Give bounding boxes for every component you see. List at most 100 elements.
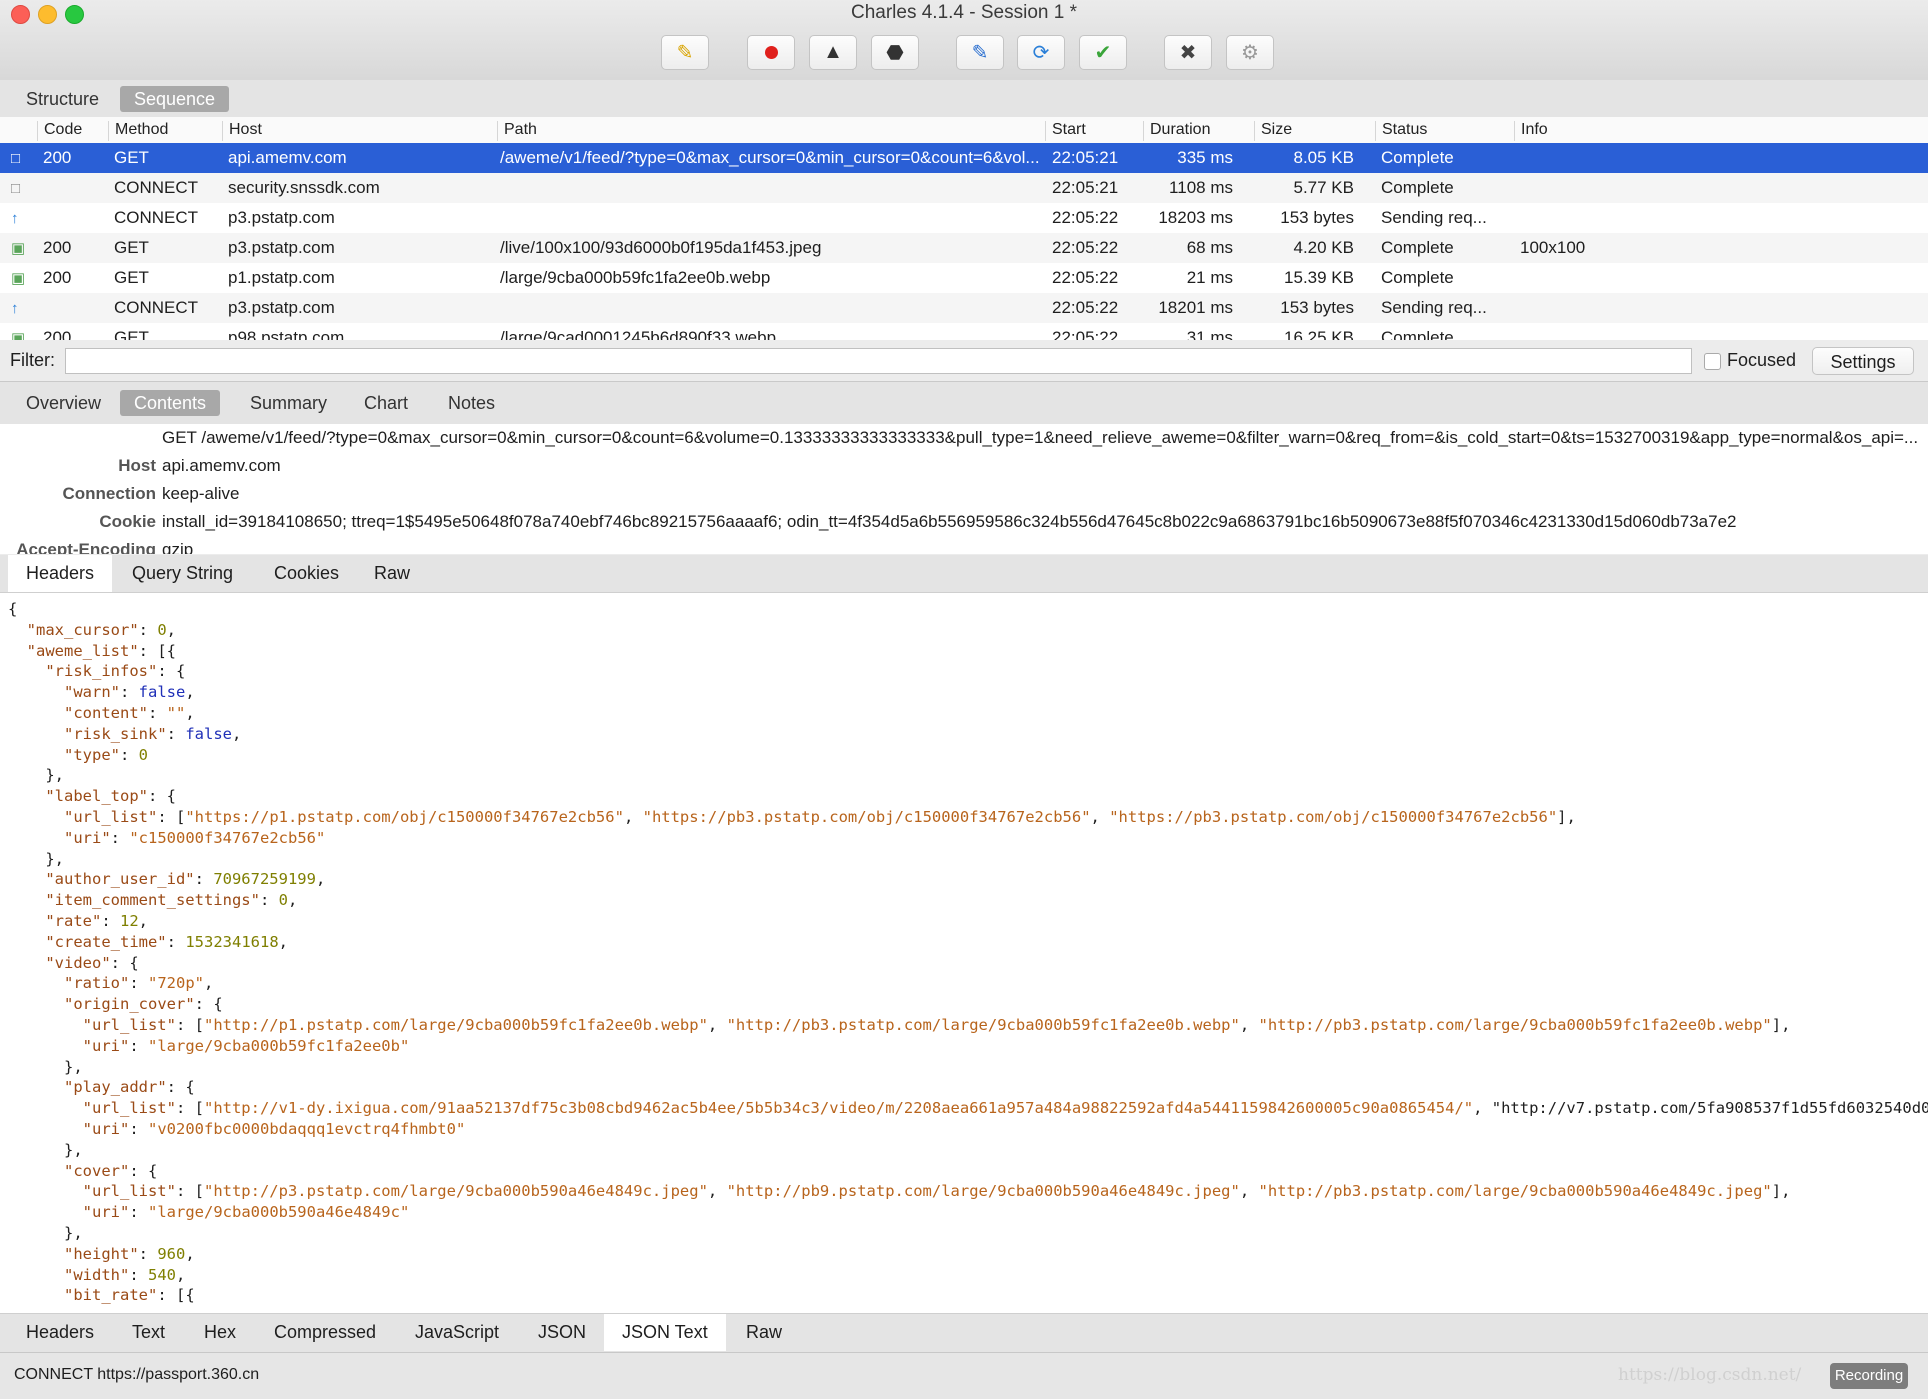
document-icon: □ xyxy=(11,150,21,167)
json-response-body[interactable]: { "max_cursor": 0, "aweme_list": [{ "ris… xyxy=(0,593,1928,1313)
json-line: }, xyxy=(8,1057,83,1076)
header-row: Accept-Encoding gzip xyxy=(0,536,1928,554)
column-start[interactable]: Start xyxy=(1045,121,1086,141)
tab-structure[interactable]: Structure xyxy=(12,86,113,112)
cell-start: 22:05:22 xyxy=(1052,238,1119,257)
view-tabs: Structure Sequence xyxy=(0,80,1928,118)
tools-icon: ✖ xyxy=(1179,42,1197,64)
cell-status: Complete xyxy=(1381,148,1454,167)
filter-bar: Filter: Focused Settings xyxy=(0,341,1928,382)
tab-json-text[interactable]: JSON Text xyxy=(604,1314,726,1351)
validate-button[interactable]: ✔ xyxy=(1079,35,1127,70)
tab-response-raw[interactable]: Raw xyxy=(728,1314,800,1351)
tab-text[interactable]: Text xyxy=(114,1314,183,1351)
request-headers-panel: GET /aweme/v1/feed/?type=0&max_cursor=0&… xyxy=(0,424,1928,554)
cell-start: 22:05:21 xyxy=(1052,178,1119,197)
tab-response-headers[interactable]: Headers xyxy=(8,1314,112,1351)
focused-checkbox[interactable] xyxy=(1704,353,1721,370)
image-icon: ▣ xyxy=(11,330,26,340)
cell-method: GET xyxy=(114,328,149,340)
tab-notes[interactable]: Notes xyxy=(434,390,509,416)
cell-duration: 1108 ms xyxy=(1169,178,1233,197)
column-method[interactable]: Method xyxy=(108,121,168,141)
json-line: "width": 540, xyxy=(64,1265,186,1284)
cell-path: /aweme/v1/feed/?type=0&max_cursor=0&min_… xyxy=(500,148,1040,167)
throttle-button[interactable]: ▲ xyxy=(809,35,857,70)
tab-request-headers[interactable]: Headers xyxy=(8,555,113,592)
cell-status: Complete xyxy=(1381,178,1454,197)
recording-badge[interactable]: Recording xyxy=(1830,1363,1908,1389)
table-row[interactable]: ↑ CONNECT p3.pstatp.com 22:05:22 18201 ms 153… xyxy=(0,293,1928,323)
table-row[interactable]: ▣ 200 GET p3.pstatp.com/live/100x100/93d600… xyxy=(0,233,1928,263)
cell-host: p3.pstatp.com xyxy=(228,208,335,227)
clear-session-button[interactable]: ✎ xyxy=(661,35,709,70)
tab-overview[interactable]: Overview xyxy=(12,390,115,416)
tab-json[interactable]: JSON xyxy=(520,1314,604,1351)
response-tabs: Headers Text Hex Compressed JavaScript J… xyxy=(0,1313,1928,1352)
tab-request-raw[interactable]: Raw xyxy=(356,555,428,592)
settings-button[interactable]: ⚙ xyxy=(1226,35,1274,70)
cell-status: Sending req... xyxy=(1381,208,1487,227)
json-line: "uri": "large/9cba000b59fc1fa2ee0b" xyxy=(82,1036,410,1055)
tab-query-string[interactable]: Query String xyxy=(114,555,251,592)
tab-hex[interactable]: Hex xyxy=(186,1314,254,1351)
tab-chart[interactable]: Chart xyxy=(350,390,422,416)
json-line: "url_list": ["http://v1-dy.ixigua.com/91… xyxy=(82,1099,1928,1118)
json-line: "origin_cover": { xyxy=(64,995,223,1014)
record-button[interactable] xyxy=(747,35,795,70)
column-status[interactable]: Status xyxy=(1375,121,1427,141)
filter-settings-button[interactable]: Settings xyxy=(1812,347,1914,375)
cell-status: Complete xyxy=(1381,268,1454,287)
filter-input[interactable] xyxy=(65,348,1692,374)
tab-cookies[interactable]: Cookies xyxy=(256,555,357,592)
cell-host: security.snssdk.com xyxy=(228,178,380,197)
tab-javascript[interactable]: JavaScript xyxy=(397,1314,517,1351)
cell-duration: 18201 ms xyxy=(1158,298,1233,317)
cell-duration: 21 ms xyxy=(1186,268,1233,287)
cell-path: /live/100x100/93d6000b0f195da1f453.jpeg xyxy=(500,238,822,257)
cell-code: 200 xyxy=(43,238,72,257)
broom-icon: ✎ xyxy=(676,42,694,64)
column-host[interactable]: Host xyxy=(222,121,262,141)
json-line: "risk_sink": false, xyxy=(64,724,242,743)
request-line-row: GET /aweme/v1/feed/?type=0&max_cursor=0&… xyxy=(0,424,1928,452)
repeat-button[interactable]: ⟳ xyxy=(1017,35,1065,70)
json-line: { xyxy=(8,600,18,618)
cell-status: Complete xyxy=(1381,238,1454,257)
tab-sequence[interactable]: Sequence xyxy=(120,86,230,112)
tab-summary[interactable]: Summary xyxy=(236,390,341,416)
cell-start: 22:05:21 xyxy=(1052,148,1119,167)
table-row[interactable]: ▣ 200 GET p1.pstatp.com/large/9cba000b59fc1… xyxy=(0,263,1928,293)
table-row[interactable]: ↑ CONNECT p3.pstatp.com 22:05:22 18203 ms 153… xyxy=(0,203,1928,233)
json-line: "cover": { xyxy=(64,1161,158,1180)
table-row[interactable]: □ 200 GET api.amemv.com/aweme/v1/feed/?type… xyxy=(0,143,1928,173)
cell-start: 22:05:22 xyxy=(1052,208,1119,227)
document-icon: □ xyxy=(11,180,21,197)
compose-button[interactable]: ✎ xyxy=(956,35,1004,70)
json-line: "type": 0 xyxy=(64,745,149,764)
header-value: keep-alive xyxy=(162,484,240,503)
column-code[interactable]: Code xyxy=(37,121,82,141)
tab-compressed[interactable]: Compressed xyxy=(256,1314,394,1351)
column-path[interactable]: Path xyxy=(497,121,537,141)
table-header: Code Method Host Path Start Duration Siz… xyxy=(0,117,1928,144)
tab-contents[interactable]: Contents xyxy=(120,390,221,416)
table-row[interactable]: ▣ 200 GET p98.pstatp.com/large/9cad0001245b… xyxy=(0,323,1928,340)
table-row[interactable]: □ CONNECT security.snssdk.com 22:05:21 1108 … xyxy=(0,173,1928,203)
column-info[interactable]: Info xyxy=(1514,121,1548,141)
json-line: "bit_rate": [{ xyxy=(64,1286,195,1305)
json-line: "risk_infos": { xyxy=(45,662,186,681)
cell-start: 22:05:22 xyxy=(1052,298,1119,317)
cell-method: CONNECT xyxy=(114,178,199,197)
cell-duration: 68 ms xyxy=(1186,238,1233,257)
cell-method: GET xyxy=(114,238,149,257)
column-size[interactable]: Size xyxy=(1254,121,1292,141)
breakpoints-button[interactable]: ⬣ xyxy=(871,35,919,70)
column-duration[interactable]: Duration xyxy=(1143,121,1210,141)
record-icon xyxy=(764,46,778,59)
detail-tabs: Overview Contents Summary Chart Notes xyxy=(0,382,1928,424)
tools-button[interactable]: ✖ xyxy=(1164,35,1212,70)
cell-size: 5.77 KB xyxy=(1293,178,1355,197)
header-name: Accept-Encoding xyxy=(16,540,156,554)
status-bar: CONNECT https://passport.360.cn https://… xyxy=(0,1352,1928,1399)
